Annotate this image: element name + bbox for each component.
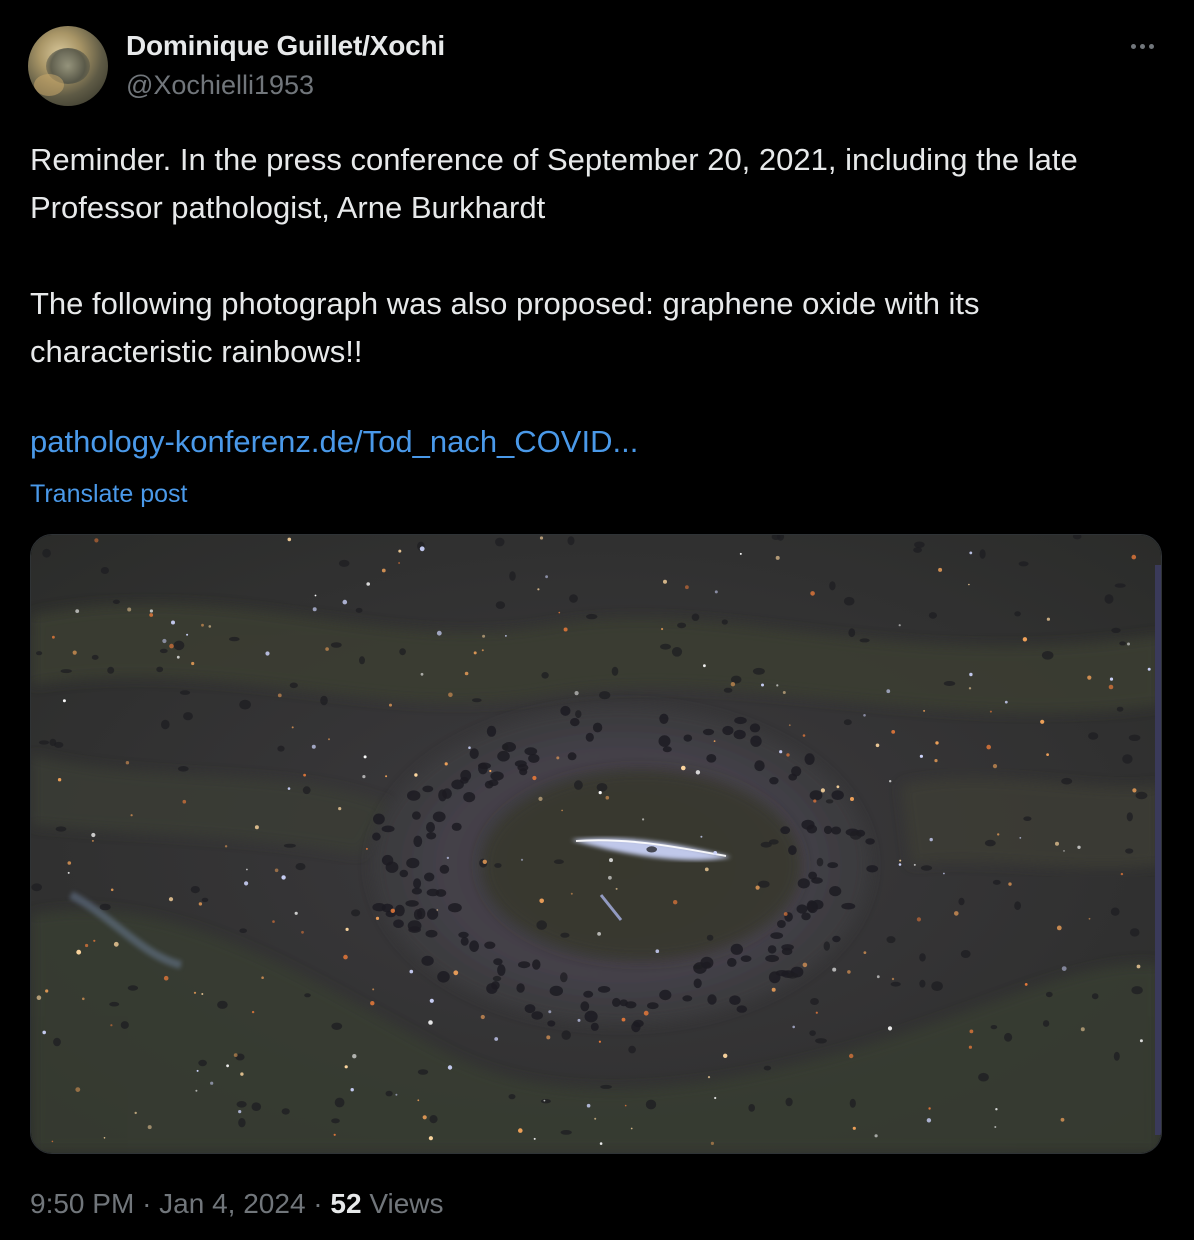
avatar[interactable] — [28, 26, 108, 106]
meta-separator: · — [313, 1188, 323, 1219]
more-horizontal-icon-dot — [1139, 43, 1145, 49]
tweet-text: Reminder. In the press conference of Sep… — [30, 136, 1150, 376]
author-display-name[interactable]: Dominique Guillet/Xochi — [126, 30, 445, 62]
tweet-paragraph: The following photograph was also propos… — [30, 286, 980, 369]
tweet: Dominique Guillet/Xochi @Xochielli1953 R… — [0, 0, 1194, 1240]
more-horizontal-icon-dot — [1148, 43, 1154, 49]
views-count: 52 — [330, 1188, 362, 1219]
author-handle[interactable]: @Xochielli1953 — [126, 70, 314, 101]
micrograph-image — [31, 535, 1161, 1153]
tweet-paragraph: Reminder. In the press conference of Sep… — [30, 142, 1078, 225]
tweet-link[interactable]: pathology-konferenz.de/Tod_nach_COVID... — [30, 424, 638, 460]
more-horizontal-icon — [1130, 43, 1136, 49]
tweet-date[interactable]: Jan 4, 2024 — [159, 1188, 305, 1219]
translate-post-link[interactable]: Translate post — [30, 480, 187, 509]
more-button[interactable] — [1120, 28, 1164, 64]
meta-separator: · — [142, 1188, 152, 1219]
tweet-photo[interactable] — [30, 534, 1162, 1154]
tweet-meta: 9:50 PM · Jan 4, 2024 · 52 Views — [30, 1188, 444, 1220]
tweet-time[interactable]: 9:50 PM — [30, 1188, 134, 1219]
views-label: Views — [369, 1188, 444, 1219]
